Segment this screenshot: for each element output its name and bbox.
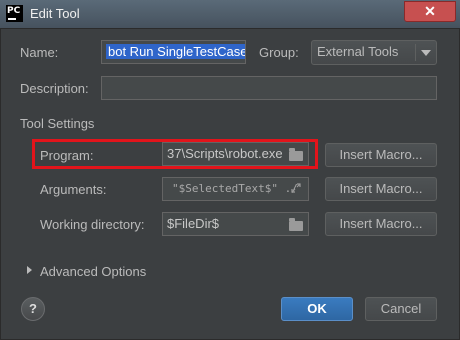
title-bar[interactable]: PC Edit Tool ✕: [0, 0, 460, 28]
arguments-insert-macro-button[interactable]: Insert Macro...: [325, 177, 437, 201]
working-directory-input-value: $FileDir$: [167, 216, 220, 231]
select-divider: [415, 44, 416, 61]
close-button[interactable]: ✕: [404, 1, 456, 22]
name-label: Name:: [20, 45, 59, 60]
description-input[interactable]: [101, 76, 437, 100]
cancel-button[interactable]: Cancel: [365, 297, 437, 321]
working-directory-label: Working directory:: [40, 217, 145, 232]
group-select[interactable]: External Tools: [311, 40, 437, 65]
advanced-options-toggle[interactable]: Advanced Options: [40, 264, 146, 279]
description-label: Description:: [20, 81, 89, 96]
name-input-value: bot Run SingleTestCase: [106, 44, 245, 59]
expand-icon[interactable]: [291, 183, 301, 193]
working-directory-insert-macro-button[interactable]: Insert Macro...: [325, 212, 437, 236]
window-title: Edit Tool: [30, 6, 80, 21]
chevron-down-icon[interactable]: [421, 50, 431, 56]
working-directory-input[interactable]: $FileDir$: [162, 212, 309, 236]
arguments-label: Arguments:: [40, 182, 107, 197]
group-label: Group:: [259, 45, 299, 60]
pycharm-app-icon: PC: [6, 5, 23, 22]
program-insert-macro-button[interactable]: Insert Macro...: [325, 143, 437, 167]
name-input[interactable]: bot Run SingleTestCase: [101, 40, 246, 64]
arguments-input-value: "$SelectedText$" ./: [172, 182, 298, 195]
ok-button[interactable]: OK: [281, 297, 353, 321]
folder-icon[interactable]: [289, 218, 303, 231]
tool-settings-heading: Tool Settings: [20, 116, 95, 131]
arguments-input[interactable]: "$SelectedText$" ./: [162, 177, 309, 201]
program-highlight-box: [32, 139, 318, 169]
help-button[interactable]: ?: [21, 297, 45, 321]
group-select-value: External Tools: [317, 44, 399, 59]
chevron-right-icon[interactable]: [27, 266, 32, 274]
